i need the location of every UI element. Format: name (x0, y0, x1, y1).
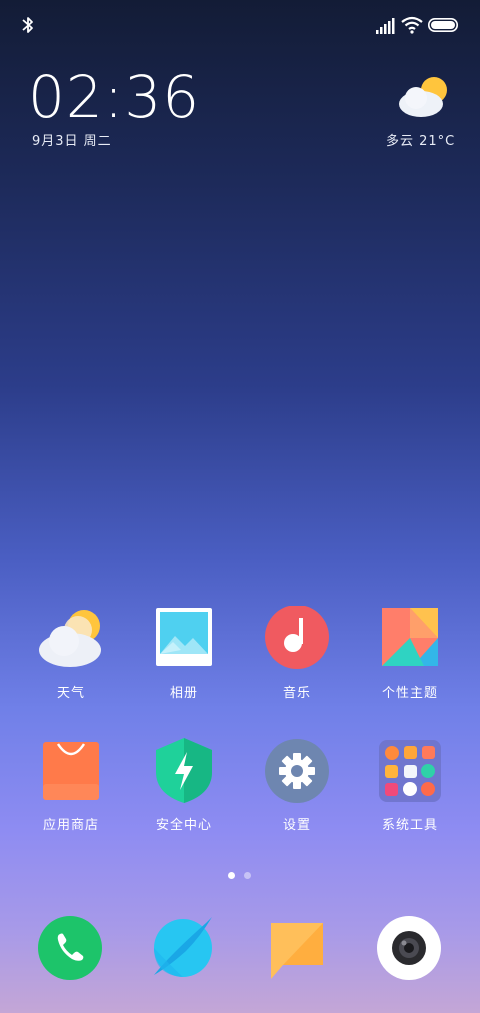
app-app-store[interactable]: 应用商店 (21, 738, 121, 838)
app-music[interactable]: 音乐 (247, 605, 347, 706)
weather-summary[interactable]: 多云 21°C (386, 130, 455, 149)
page-dot[interactable] (244, 872, 251, 879)
themes-icon (377, 606, 443, 672)
app-weather[interactable]: 天气 (21, 606, 121, 706)
phone-icon (38, 916, 102, 980)
page-dot-active[interactable] (228, 872, 235, 879)
app-system-tools-folder[interactable]: 系统工具 (360, 738, 460, 838)
settings-icon (264, 738, 330, 804)
app-label: 应用商店 (42, 818, 99, 833)
app-settings[interactable]: 设置 (247, 738, 347, 838)
app-label: 个性主题 (381, 686, 438, 701)
status-bar (0, 0, 480, 50)
security-icon (151, 738, 217, 804)
app-label: 天气 (56, 686, 85, 701)
dock-phone[interactable] (37, 915, 103, 981)
partly-cloudy-icon[interactable] (396, 74, 452, 120)
system-tools-folder-icon (377, 738, 443, 804)
dock-camera[interactable] (376, 915, 442, 981)
app-label: 设置 (282, 818, 311, 833)
gallery-icon (151, 606, 217, 672)
app-store-icon (38, 738, 104, 804)
weather-icon (38, 606, 104, 672)
dock-browser[interactable] (150, 915, 216, 981)
app-gallery[interactable]: 相册 (134, 606, 234, 706)
bluetooth-icon (22, 17, 33, 33)
app-themes[interactable]: 个性主题 (360, 606, 460, 706)
dock-messages[interactable] (265, 917, 331, 983)
messages-icon (271, 923, 323, 979)
page-indicator (228, 872, 258, 882)
app-label: 系统工具 (381, 818, 438, 833)
clock-date[interactable]: 9月3日 周二 (32, 130, 112, 149)
app-label: 音乐 (282, 686, 311, 701)
signal-icon (376, 18, 395, 34)
battery-icon (428, 18, 458, 32)
browser-icon (154, 917, 212, 977)
clock-time[interactable]: 02:36 (28, 64, 200, 130)
wifi-icon (401, 16, 423, 34)
camera-icon (377, 916, 441, 980)
app-label: 相册 (169, 686, 198, 701)
app-label: 安全中心 (155, 818, 212, 833)
music-icon (264, 605, 330, 672)
app-security[interactable]: 安全中心 (134, 738, 234, 838)
